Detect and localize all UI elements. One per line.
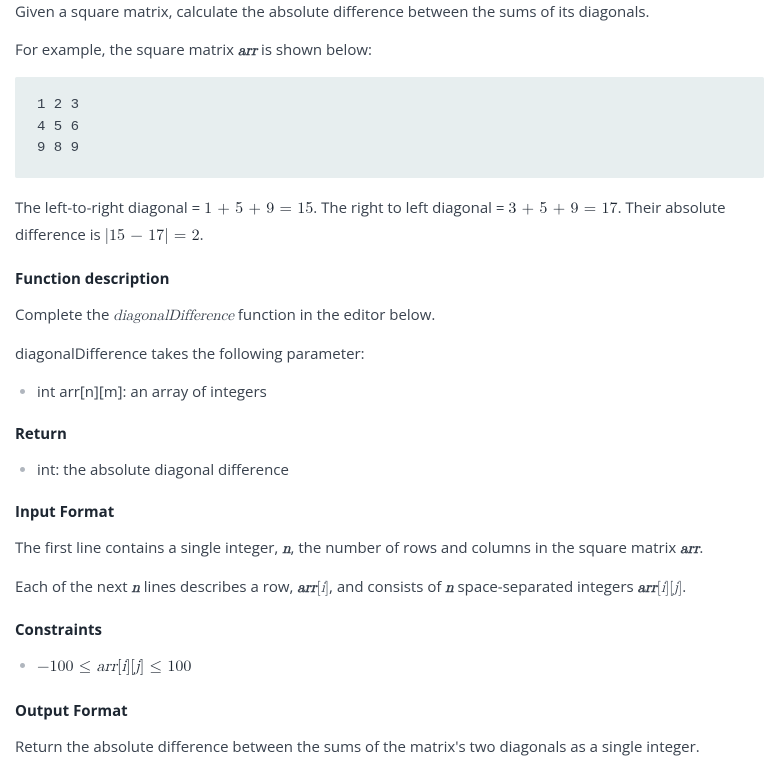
problem-statement: Given a square matrix, calculate the abs… (15, 0, 764, 759)
math-eq1: 1 + 5 + 9 = 15 (204, 201, 313, 217)
param-item: int arr[n][m]: an array of integers (37, 380, 764, 404)
function-name: diagonalDifference (113, 308, 234, 323)
text: ≤ 100 (144, 659, 191, 675)
math-eq3: |15 − 17| = 2 (105, 228, 200, 244)
text: arr (297, 580, 316, 595)
text: is shown below: (257, 40, 372, 60)
text: Each of the next (15, 577, 132, 597)
text: arr (638, 580, 657, 595)
heading-input-format: Input Format (15, 500, 764, 524)
text: . (200, 225, 204, 245)
constraint-expr: −100 ≤ arr[i][j] ≤ 100 (37, 659, 191, 675)
diagonal-explanation: The left-to-right diagonal = 1 + 5 + 9 =… (15, 196, 764, 249)
params-intro: diagonalDifference takes the following p… (15, 342, 764, 366)
text: . (682, 577, 686, 597)
text: lines describes a row, (140, 577, 297, 597)
text: The left-to-right diagonal = (15, 198, 204, 218)
text: ][ (126, 659, 135, 675)
text: , the number of rows and columns in the … (291, 538, 681, 558)
text: Complete the (15, 305, 113, 325)
params-list: int arr[n][m]: an array of integers (15, 380, 764, 404)
var-arr: arr (97, 659, 118, 675)
text: function in the editor below. (234, 305, 435, 325)
text: space-separated integers (454, 577, 638, 597)
text: , and consists of (329, 577, 445, 597)
var-n: n (282, 541, 290, 556)
function-complete-line: Complete the diagonalDifference function… (15, 303, 764, 328)
output-paragraph: Return the absolute difference between t… (15, 735, 764, 759)
input-line-1: The first line contains a single integer… (15, 536, 764, 561)
var-arri: arr[i] (297, 580, 329, 595)
input-line-2: Each of the next n lines describes a row… (15, 575, 764, 600)
math-eq2: 3 + 5 + 9 = 17 (508, 201, 617, 217)
heading-function-description: Function description (15, 267, 764, 291)
intro-paragraph-2: For example, the square matrix arr is sh… (15, 38, 764, 63)
var-n: n (132, 580, 140, 595)
constraint-item: −100 ≤ arr[i][j] ≤ 100 (37, 654, 764, 681)
heading-constraints: Constraints (15, 618, 764, 642)
return-item: int: the absolute diagonal difference (37, 458, 764, 482)
var-n: n (445, 580, 453, 595)
intro-paragraph-1: Given a square matrix, calculate the abs… (15, 0, 764, 24)
constraints-list: −100 ≤ arr[i][j] ≤ 100 (15, 654, 764, 681)
var-arr: arr (680, 541, 699, 556)
return-list: int: the absolute diagonal difference (15, 458, 764, 482)
code-example: 1 2 3 4 5 6 9 8 9 (15, 77, 764, 178)
text: −100 ≤ (37, 659, 97, 675)
text: The first line contains a single integer… (15, 538, 282, 558)
var-arr: arr (238, 43, 257, 58)
heading-output-format: Output Format (15, 699, 764, 723)
var-arrij: arr[i][j] (638, 580, 683, 595)
text: . The right to left diagonal = (313, 198, 508, 218)
text: . (699, 538, 703, 558)
text: For example, the square matrix (15, 40, 238, 60)
heading-return: Return (15, 422, 764, 446)
